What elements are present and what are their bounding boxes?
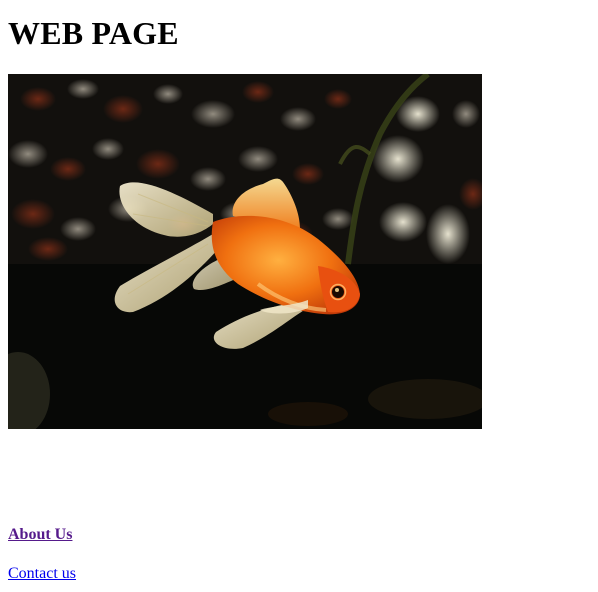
goldfish-photo	[8, 74, 482, 429]
page-title: WEB PAGE	[8, 15, 179, 51]
about-us-link[interactable]: About Us	[8, 525, 72, 545]
goldfish-image	[8, 74, 482, 429]
contact-us-link[interactable]: Contact us	[8, 564, 76, 584]
